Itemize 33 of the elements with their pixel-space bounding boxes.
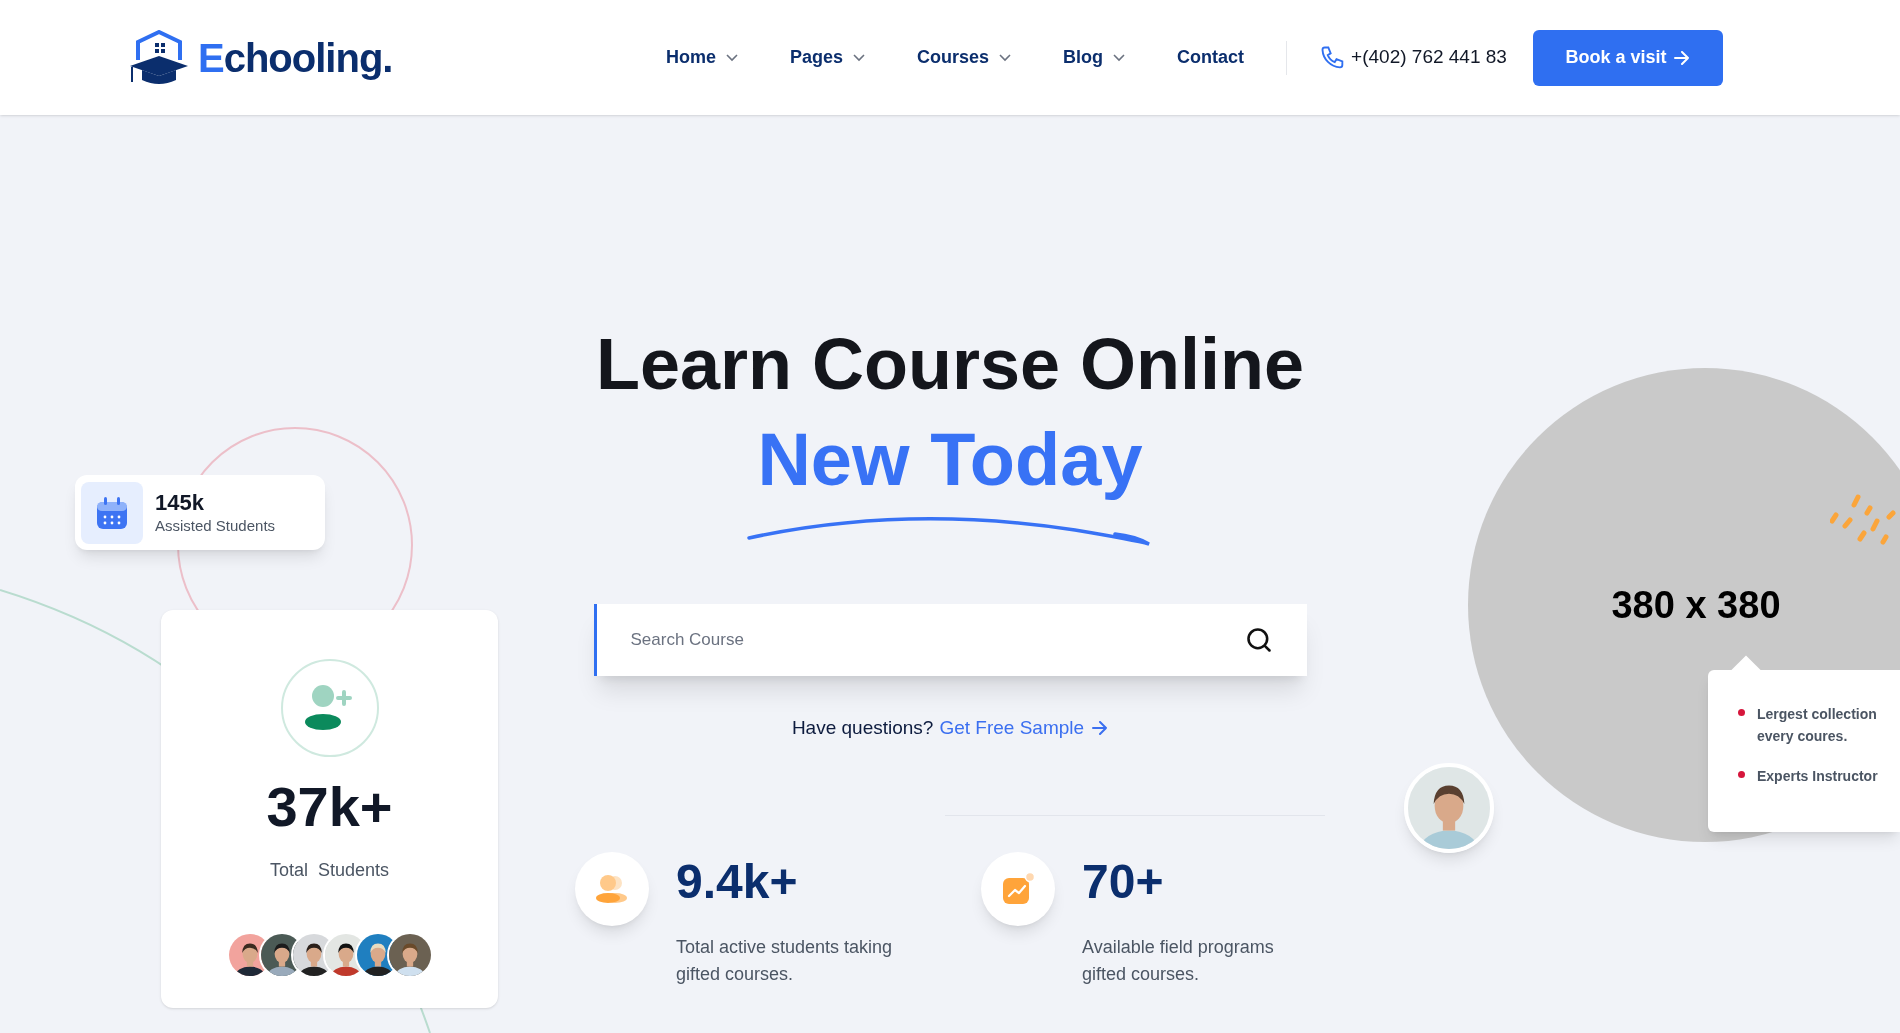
free-sample-link[interactable]: Get Free Sample [939,714,1109,743]
stat-description: Total active students taking gifted courses. [676,935,894,986]
hero-highlight: New Today [757,417,1143,503]
total-students-label: Total Students [269,859,390,882]
logo-icon[interactable] [128,29,190,86]
feature-text: Experts Instructor [1757,767,1878,786]
calendar-icon [96,495,128,530]
chart-icon [1001,871,1035,906]
stat-value: 145k [155,489,205,517]
stat-value: 70+ [1082,857,1165,906]
stat-label: Assisted Students [155,516,276,536]
hero-title: Learn Course Online [595,323,1305,406]
nav-link[interactable]: Contact [1177,44,1245,71]
nav-link[interactable]: Courses [917,44,1012,71]
book-visit-button[interactable]: Book a visit [1532,29,1723,86]
logo-text[interactable]: Echooling. [198,27,393,88]
search-input[interactable]: Search Course [630,627,1245,653]
feature-text: Lergest collection every coures. [1757,705,1878,746]
question-text: Have questions? [791,716,934,740]
phone-number[interactable]: +(402) 762 441 83 [1351,43,1507,72]
arrow-right-icon [1092,721,1109,736]
arrow-right-icon [1674,50,1691,65]
nav-link[interactable]: Home [666,44,738,71]
nav-link[interactable]: Pages [790,44,866,71]
stat-value: 9.4k+ [676,857,799,906]
stat-description: Available field programs gifted courses. [1082,935,1275,986]
total-students-value: 37k+ [266,779,393,835]
search-icon[interactable] [1244,626,1273,654]
users-icon [595,873,629,904]
user-plus-icon [304,684,355,732]
search-field[interactable]: Search Course [593,604,1307,676]
nav-link[interactable]: Blog [1063,44,1126,71]
placeholder-label: 380 x 380 [1611,582,1781,628]
